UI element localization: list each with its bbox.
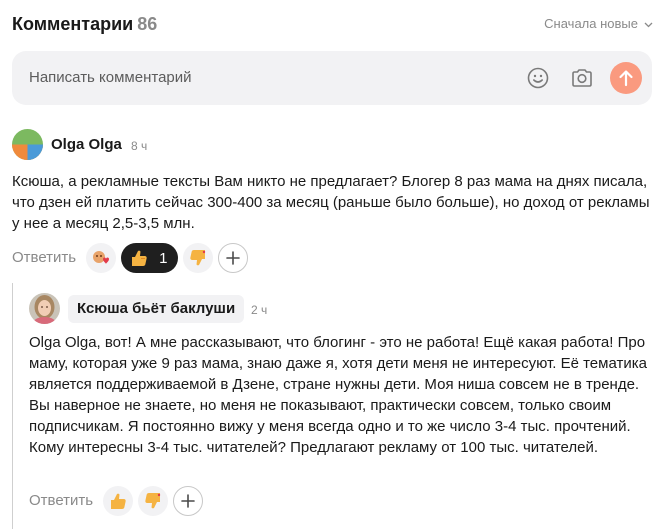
comment-text: Olga Olga, вот! А мне рассказывают, что …: [29, 334, 647, 456]
comments-header: Комментарии 86 Сначала новые: [12, 12, 655, 36]
thumbs-down-icon: [190, 250, 206, 266]
comment-actions: Ответить 1: [12, 243, 253, 273]
comment-text: Ксюша, а рекламные тексты Вам никто не п…: [12, 173, 650, 232]
sort-dropdown[interactable]: Сначала новые: [544, 16, 653, 34]
reaction-heart-icon: [93, 251, 110, 264]
add-reaction-button[interactable]: [218, 243, 249, 273]
emoji-icon[interactable]: [527, 67, 549, 89]
plus-icon: [226, 251, 241, 265]
comment-composer[interactable]: Написать комментарий: [12, 51, 652, 105]
add-reaction-button[interactable]: [173, 486, 204, 516]
comments-title: Комментарии 86: [12, 12, 157, 36]
thumbs-up-icon: [132, 250, 147, 266]
comment-author[interactable]: Olga Olga: [51, 137, 122, 153]
reply-button[interactable]: Ответить: [29, 486, 93, 516]
like-button[interactable]: 1: [121, 243, 179, 273]
send-button[interactable]: [610, 62, 642, 94]
like-count: 1: [159, 249, 168, 267]
dislike-button[interactable]: [138, 486, 169, 516]
comments-title-text: Комментарии: [12, 14, 134, 34]
comment-author[interactable]: Ксюша бьёт баклуши: [68, 295, 245, 323]
avatar[interactable]: [29, 293, 60, 324]
reactions-summary[interactable]: [86, 243, 117, 273]
comment-actions: Ответить: [29, 486, 208, 516]
comments-count: 86: [137, 14, 158, 34]
comment-input-placeholder[interactable]: Написать комментарий: [29, 69, 192, 87]
sort-label: Сначала новые: [544, 16, 638, 31]
plus-icon: [181, 494, 195, 508]
comment-time: 2 ч: [251, 303, 268, 317]
comment-time: 8 ч: [131, 139, 148, 153]
like-button[interactable]: [103, 486, 134, 516]
avatar[interactable]: [12, 129, 43, 160]
thumbs-up-icon: [111, 493, 126, 509]
dislike-button[interactable]: [183, 243, 214, 273]
chevron-down-icon: [644, 18, 653, 34]
camera-icon[interactable]: [570, 67, 594, 89]
thumbs-down-icon: [145, 493, 161, 509]
thread-line: [12, 283, 13, 529]
reply-button[interactable]: Ответить: [12, 243, 76, 273]
send-arrow-icon: [619, 70, 633, 87]
